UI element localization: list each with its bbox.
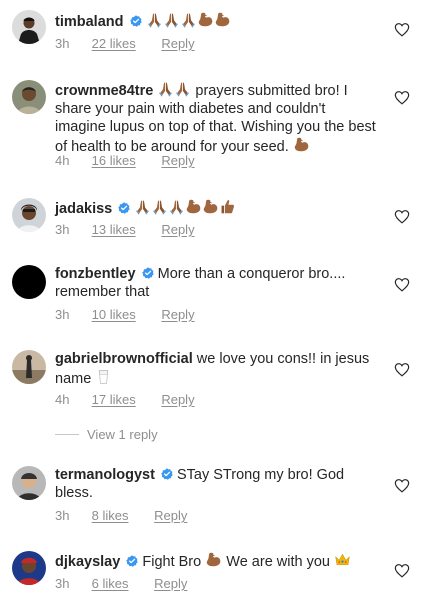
muscle-emoji-icon	[205, 551, 222, 568]
likes-link[interactable]: 17 likes	[92, 392, 136, 407]
pray-emoji-icon	[180, 11, 197, 28]
likes-link[interactable]: 6 likes	[92, 576, 129, 591]
comment-username[interactable]: jadakiss	[55, 201, 112, 217]
reply-button[interactable]: Reply	[161, 307, 194, 322]
like-heart-icon[interactable]	[394, 362, 410, 377]
muscle-emoji-icon	[185, 198, 202, 215]
avatar[interactable]	[12, 350, 46, 384]
avatar[interactable]	[12, 466, 46, 500]
avatar[interactable]	[12, 551, 46, 585]
reply-button[interactable]: Reply	[161, 153, 194, 168]
muscle-emoji-icon	[202, 198, 219, 215]
emoji-group	[157, 83, 191, 99]
reply-button[interactable]: Reply	[161, 392, 194, 407]
comment-time: 3h	[55, 508, 70, 523]
avatar[interactable]	[12, 80, 46, 114]
pray-emoji-icon	[157, 80, 174, 97]
comment-time: 4h	[55, 153, 70, 168]
comment-username[interactable]: fonzbentley	[55, 266, 136, 282]
verified-badge-icon	[130, 15, 142, 27]
likes-link[interactable]: 22 likes	[92, 36, 136, 51]
verified-badge-icon	[142, 267, 154, 279]
verified-badge-icon	[161, 468, 173, 480]
like-heart-icon[interactable]	[394, 277, 410, 292]
comment-username[interactable]: djkayslay	[55, 554, 120, 570]
comment-username[interactable]: timbaland	[55, 14, 123, 30]
like-heart-icon[interactable]	[394, 478, 410, 493]
comment-time: 3h	[55, 576, 70, 591]
like-heart-icon[interactable]	[394, 563, 410, 578]
verified-badge-icon	[118, 202, 130, 214]
comment-time: 4h	[55, 392, 70, 407]
view-replies-label[interactable]: View 1 reply	[87, 427, 158, 442]
likes-link[interactable]: 13 likes	[92, 222, 136, 237]
emoji-group	[134, 201, 236, 217]
comment-text: We are with you	[226, 554, 330, 570]
likes-link[interactable]: 16 likes	[92, 153, 136, 168]
comment-time: 3h	[55, 36, 70, 51]
like-heart-icon[interactable]	[394, 90, 410, 105]
likes-link[interactable]: 10 likes	[92, 307, 136, 322]
avatar[interactable]	[12, 265, 46, 299]
reply-button[interactable]: Reply	[154, 508, 187, 523]
pray-emoji-icon	[146, 11, 163, 28]
pray-emoji-icon	[151, 198, 168, 215]
crown-emoji-icon	[334, 551, 351, 568]
pray-emoji-icon	[134, 198, 151, 215]
thumbs-up-emoji-icon	[219, 198, 236, 215]
avatar[interactable]	[12, 10, 46, 44]
view-replies-button[interactable]: View 1 reply	[55, 427, 158, 442]
reply-button[interactable]: Reply	[154, 576, 187, 591]
muscle-emoji-icon	[197, 11, 214, 28]
like-heart-icon[interactable]	[394, 22, 410, 37]
emoji-group	[146, 14, 231, 30]
muscle-emoji-icon	[293, 136, 310, 153]
comment-time: 3h	[55, 222, 70, 237]
milk-glass-emoji-icon	[95, 368, 112, 385]
like-heart-icon[interactable]	[394, 209, 410, 224]
reply-button[interactable]: Reply	[161, 222, 194, 237]
verified-badge-icon	[126, 555, 138, 567]
pray-emoji-icon	[168, 198, 185, 215]
comment-username[interactable]: gabrielbrownofficial	[55, 351, 193, 367]
comment-username[interactable]: termanologyst	[55, 467, 155, 483]
comment-time: 3h	[55, 307, 70, 322]
comment-username[interactable]: crownme84tre	[55, 83, 153, 99]
comment-text: Fight Bro	[142, 554, 202, 570]
pray-emoji-icon	[174, 80, 191, 97]
divider	[55, 434, 79, 435]
reply-button[interactable]: Reply	[161, 36, 194, 51]
pray-emoji-icon	[163, 11, 180, 28]
likes-link[interactable]: 8 likes	[92, 508, 129, 523]
avatar[interactable]	[12, 198, 46, 232]
muscle-emoji-icon	[214, 11, 231, 28]
